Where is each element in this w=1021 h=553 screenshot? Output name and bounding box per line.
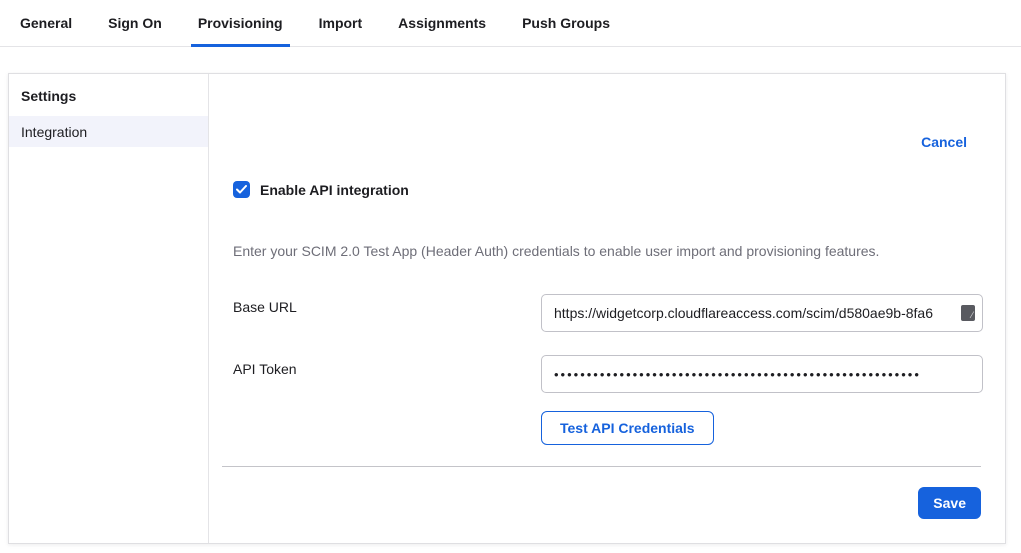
provisioning-panel: Settings Integration Cancel Enable API i…: [8, 73, 1006, 544]
save-button[interactable]: Save: [918, 487, 981, 519]
api-token-label: API Token: [233, 361, 297, 377]
api-token-input[interactable]: [541, 355, 983, 393]
enable-api-integration-label: Enable API integration: [260, 182, 409, 198]
base-url-label: Base URL: [233, 299, 297, 315]
tab-provisioning[interactable]: Provisioning: [198, 0, 283, 46]
credentials-description: Enter your SCIM 2.0 Test App (Header Aut…: [233, 243, 981, 259]
tab-sign-on[interactable]: Sign On: [108, 0, 162, 46]
test-api-credentials-button[interactable]: Test API Credentials: [541, 411, 714, 445]
checkmark-icon: [236, 185, 247, 194]
tab-general[interactable]: General: [20, 0, 72, 46]
base-url-input[interactable]: [541, 294, 983, 332]
app-tab-bar: General Sign On Provisioning Import Assi…: [0, 0, 1021, 47]
tab-push-groups[interactable]: Push Groups: [522, 0, 610, 46]
integration-settings-form: Cancel Enable API integration Enter your…: [209, 74, 1005, 543]
sidebar-heading: Settings: [9, 74, 208, 116]
footer-divider: [222, 466, 981, 467]
cancel-link[interactable]: Cancel: [921, 134, 967, 150]
settings-sidebar: Settings Integration: [9, 74, 209, 543]
enable-api-integration-row: Enable API integration: [233, 181, 409, 198]
enable-api-integration-checkbox[interactable]: [233, 181, 250, 198]
sidebar-item-integration[interactable]: Integration: [9, 116, 208, 147]
tab-assignments[interactable]: Assignments: [398, 0, 486, 46]
tab-import[interactable]: Import: [319, 0, 363, 46]
